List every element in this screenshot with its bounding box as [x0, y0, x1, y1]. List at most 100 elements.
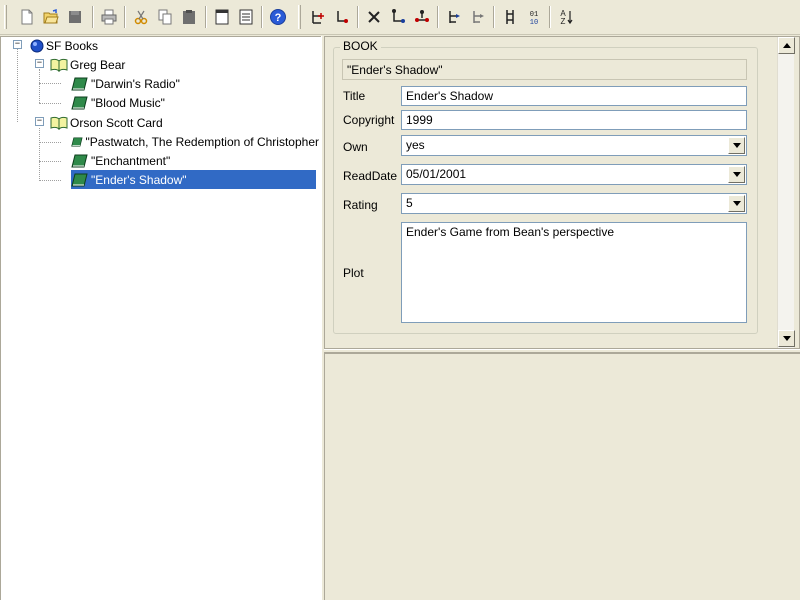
- move-node-right-icon: [415, 10, 429, 22]
- binary-label-bottom: 10: [530, 19, 538, 26]
- delete-node-icon: [368, 11, 380, 23]
- toolbar-separator: [493, 6, 495, 28]
- sort-button[interactable]: A Z: [555, 6, 577, 28]
- toolbar: ? 01 10 A Z: [0, 0, 800, 35]
- tree-node-author[interactable]: Orson Scott Card: [50, 113, 165, 132]
- tree-node-label: "Blood Music": [91, 95, 165, 110]
- copyright-field[interactable]: 1999: [401, 110, 747, 130]
- tree-node-root[interactable]: SF Books: [30, 36, 100, 55]
- title-field[interactable]: Ender's Shadow: [401, 86, 747, 106]
- open-book-icon: [50, 58, 68, 72]
- readdate-select-value: 05/01/2001: [406, 167, 467, 181]
- toolbar-separator: [205, 6, 207, 28]
- tree-node-book[interactable]: "Darwin's Radio": [71, 74, 182, 93]
- book-icon: [71, 77, 88, 90]
- tree-connector: [39, 161, 61, 162]
- insert-node-button[interactable]: [443, 6, 465, 28]
- window-button[interactable]: [211, 6, 233, 28]
- copy-button[interactable]: [154, 6, 176, 28]
- tree-node-label: "Enchantment": [91, 153, 171, 168]
- add-sibling-node-button[interactable]: [331, 6, 353, 28]
- new-document-icon: [21, 9, 33, 25]
- author-expander[interactable]: −: [35, 59, 44, 68]
- root-expander[interactable]: −: [13, 40, 22, 49]
- lower-panel: [324, 352, 800, 600]
- dropdown-button[interactable]: [728, 137, 745, 154]
- form-scrollbar[interactable]: [777, 37, 795, 348]
- tree-connector: [39, 142, 61, 143]
- groupbox-title: BOOK: [340, 39, 381, 53]
- cut-button[interactable]: [130, 6, 152, 28]
- tree-node-book[interactable]: "Pastwatch, The Redemption of Christophe…: [71, 132, 321, 151]
- move-node-right-button[interactable]: [411, 6, 433, 28]
- move-node-down-button[interactable]: [387, 6, 409, 28]
- properties-button[interactable]: [235, 6, 257, 28]
- help-button[interactable]: ?: [267, 6, 289, 28]
- scroll-down-button[interactable]: [778, 330, 795, 347]
- open-book-icon: [50, 116, 68, 130]
- tree-node-label: "Darwin's Radio": [91, 76, 180, 91]
- duplicate-node-button[interactable]: [467, 6, 489, 28]
- tree-node-label: Greg Bear: [70, 57, 126, 72]
- plot-label: Plot: [343, 266, 364, 280]
- tree-node-label: SF Books: [46, 38, 99, 53]
- chevron-down-icon: [732, 201, 741, 206]
- rating-select[interactable]: 5: [401, 193, 747, 214]
- chevron-down-icon: [782, 336, 791, 341]
- readdate-select[interactable]: 05/01/2001: [401, 164, 747, 185]
- properties-icon: [239, 9, 253, 25]
- tree-node-label: "Ender's Shadow": [91, 172, 187, 187]
- cut-icon: [134, 10, 148, 25]
- print-button[interactable]: [98, 6, 120, 28]
- scroll-up-button[interactable]: [778, 37, 795, 54]
- chevron-down-icon: [732, 143, 741, 148]
- binary-view-button[interactable]: 01 10: [523, 6, 545, 28]
- toolbar-grip[interactable]: [4, 5, 7, 29]
- sort-label-bottom: Z: [561, 17, 566, 26]
- book-tree[interactable]: − SF Books − Greg Bear "Darwin's Radio" …: [0, 36, 321, 600]
- own-label: Own: [343, 140, 368, 154]
- duplicate-node-icon: [473, 11, 484, 23]
- add-child-node-icon: [312, 11, 324, 24]
- book-icon: [71, 96, 88, 109]
- own-select[interactable]: yes: [401, 135, 747, 156]
- print-icon: [101, 9, 117, 25]
- dropdown-button[interactable]: [728, 195, 745, 212]
- delete-node-button[interactable]: [363, 6, 385, 28]
- rating-select-value: 5: [406, 196, 413, 210]
- move-node-down-icon: [392, 9, 405, 23]
- add-child-node-button[interactable]: [307, 6, 329, 28]
- record-title-display: "Ender's Shadow": [342, 59, 747, 80]
- tree-view-button[interactable]: [499, 6, 521, 28]
- tree-node-author[interactable]: Greg Bear: [50, 55, 127, 74]
- chevron-down-icon: [732, 172, 741, 177]
- tree-node-book[interactable]: "Blood Music": [71, 93, 167, 112]
- save-button[interactable]: [64, 6, 86, 28]
- save-icon: [69, 11, 81, 23]
- dropdown-button[interactable]: [728, 166, 745, 183]
- tree-connector: [39, 128, 40, 181]
- plot-textarea[interactable]: Ender's Game from Bean's perspective: [401, 222, 747, 323]
- toolbar-separator: [124, 6, 126, 28]
- add-sibling-node-icon: [337, 11, 348, 23]
- book-icon: [71, 154, 88, 167]
- copyright-label: Copyright: [343, 113, 395, 127]
- open-button[interactable]: [40, 6, 62, 28]
- toolbar-grip[interactable]: [298, 5, 301, 29]
- tree-connector: [39, 180, 61, 181]
- rating-label: Rating: [343, 198, 378, 212]
- tree-node-book[interactable]: "Enchantment": [71, 151, 172, 170]
- toolbar-separator: [549, 6, 551, 28]
- tree-node-book-selected[interactable]: "Ender's Shadow": [71, 170, 316, 189]
- own-select-value: yes: [406, 138, 425, 152]
- book-icon: [71, 136, 83, 147]
- paste-button[interactable]: [178, 6, 200, 28]
- tree-connector: [39, 83, 61, 84]
- globe-icon: [30, 39, 44, 52]
- toolbar-separator: [437, 6, 439, 28]
- binary-label-top: 01: [530, 11, 538, 19]
- new-document-button[interactable]: [16, 6, 38, 28]
- author-expander[interactable]: −: [35, 117, 44, 126]
- tree-connector: [39, 69, 40, 103]
- toolbar-separator: [92, 6, 94, 28]
